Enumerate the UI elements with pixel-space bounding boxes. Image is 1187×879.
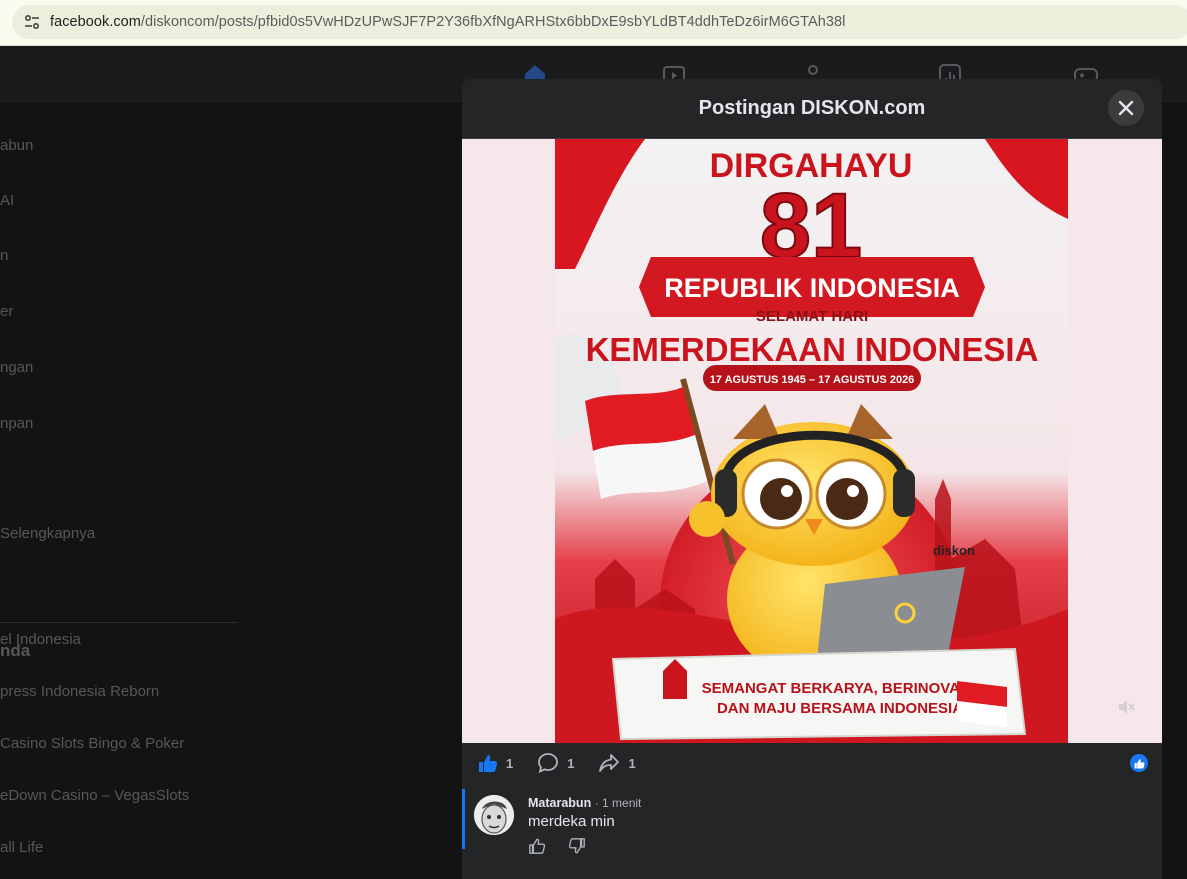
poster-footer-line1: SEMANGAT BERKARYA, BERINOVASI,: [702, 680, 979, 697]
like-count: 1: [506, 755, 514, 771]
sidebar-divider: [0, 622, 238, 623]
comment-item: Matarabun · 1 menit merdeka min: [462, 789, 1162, 879]
sidebar-game-item[interactable]: press Indonesia Reborn: [0, 683, 159, 700]
like-badge-icon: [1134, 758, 1144, 768]
comment-reaction[interactable]: 1: [537, 752, 574, 774]
sidebar-game-item[interactable]: el Indonesia: [0, 631, 81, 648]
dialog-header: Postingan DISKON.com: [462, 79, 1162, 139]
comment-author[interactable]: Matarabun · 1 menit: [528, 796, 641, 810]
browser-address-bar: facebook.com/diskoncom/posts/pfbid0s5VwH…: [0, 0, 1187, 46]
comment-like-icon[interactable]: [528, 837, 546, 855]
comment-count: 1: [567, 755, 575, 771]
sidebar-item[interactable]: abun: [0, 137, 33, 154]
share-reaction[interactable]: 1: [598, 752, 636, 774]
sidebar-game-item[interactable]: eDown Casino – VegasSlots: [0, 787, 189, 804]
poster-selamat-hari: SELAMAT HARI: [756, 308, 868, 325]
poster-brand: diskon: [933, 543, 975, 558]
like-badge: [1130, 754, 1148, 772]
comment-actions: [528, 837, 608, 855]
thumbs-up-icon: [479, 755, 498, 772]
close-button[interactable]: [1108, 90, 1144, 126]
comment-timestamp[interactable]: · 1 menit: [595, 796, 642, 810]
poster-dates: 17 AGUSTUS 1945 – 17 AGUSTUS 2026: [710, 374, 915, 386]
comment-icon: [538, 753, 559, 774]
dialog-title: Postingan DISKON.com: [698, 97, 926, 119]
site-settings-icon[interactable]: [22, 12, 42, 32]
comment-dislike-icon[interactable]: [568, 837, 586, 855]
reaction-bar: 1 1 1: [462, 743, 1162, 783]
post-dialog: Postingan DISKON.com DIRGAHAYU 81 REPUBL…: [462, 79, 1162, 879]
sidebar-game-item[interactable]: all Life: [0, 839, 43, 856]
sidebar-item[interactable]: n: [0, 247, 8, 264]
like-reaction[interactable]: 1: [478, 753, 513, 773]
sidebar-game-item[interactable]: Casino Slots Bingo & Poker: [0, 735, 184, 752]
sidebar-item[interactable]: er: [0, 303, 13, 320]
sidebar-item[interactable]: ngan: [0, 359, 33, 376]
share-icon: [599, 754, 620, 772]
url-field[interactable]: facebook.com/diskoncom/posts/pfbid0s5VwH…: [12, 5, 1187, 39]
url-text: facebook.com/diskoncom/posts/pfbid0s5VwH…: [50, 14, 845, 30]
avatar-image: [474, 795, 514, 835]
poster-footer-line2: DAN MAJU BERSAMA INDONESIA: [717, 700, 963, 717]
left-sidebar: abun AI n er ngan npan Selengkapnya nda …: [0, 102, 240, 872]
sidebar-item[interactable]: AI: [0, 192, 14, 209]
url-path: /diskoncom/posts/pfbid0s5VwHDzUPwSJF7P2Y…: [140, 14, 846, 30]
comment-author-name[interactable]: Matarabun: [528, 796, 591, 810]
sidebar-item[interactable]: npan: [0, 415, 33, 432]
comment-highlight-bar: [462, 789, 465, 849]
independence-day-poster: DIRGAHAYU 81 REPUBLIK INDONESIA SELAMAT …: [555, 139, 1068, 743]
poster-republik-indonesia: REPUBLIK INDONESIA: [664, 273, 960, 303]
poster-kemerdekaan: KEMERDEKAAN INDONESIA: [586, 331, 1039, 368]
avatar[interactable]: [474, 795, 514, 835]
speaker-muted-icon: [1119, 700, 1135, 714]
comment-text: merdeka min: [528, 813, 615, 830]
sidebar-see-more[interactable]: Selengkapnya: [0, 525, 95, 542]
post-media[interactable]: DIRGAHAYU 81 REPUBLIK INDONESIA SELAMAT …: [462, 139, 1162, 743]
mute-button[interactable]: [1112, 693, 1140, 721]
share-count: 1: [628, 755, 636, 771]
url-host: facebook.com: [50, 14, 141, 30]
close-icon: [1118, 100, 1134, 116]
